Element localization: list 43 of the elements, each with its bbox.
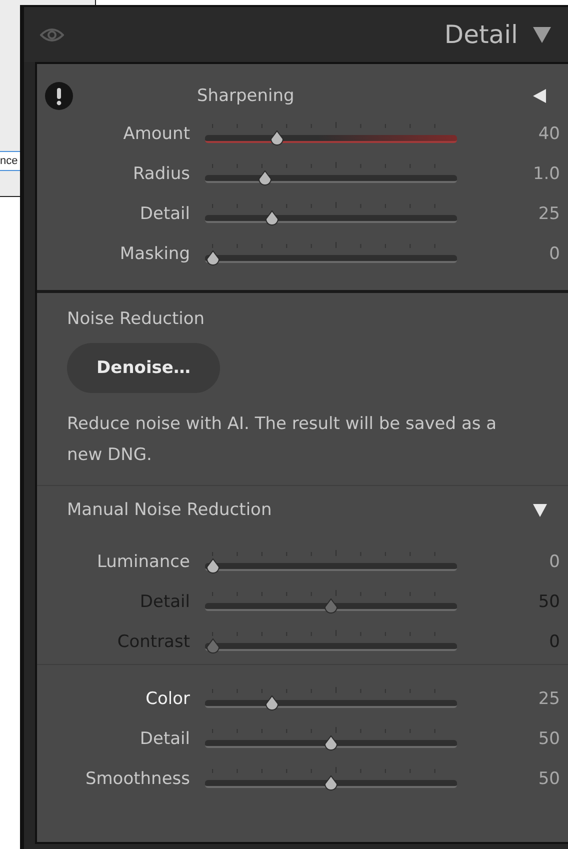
- section-title[interactable]: Sharpening: [197, 86, 294, 106]
- slider-track[interactable]: [205, 135, 457, 143]
- slider-value[interactable]: 1.0: [472, 164, 560, 184]
- slider-value[interactable]: 25: [472, 204, 560, 224]
- slider-track[interactable]: [205, 700, 457, 708]
- slider-label: Masking: [118, 244, 190, 264]
- slider-track[interactable]: [205, 780, 457, 788]
- slider-track[interactable]: [205, 740, 457, 748]
- input-field[interactable]: nce: [0, 151, 21, 171]
- slider-value[interactable]: 50: [472, 729, 560, 749]
- panel-title[interactable]: Detail: [444, 20, 518, 49]
- slider-thumb[interactable]: [264, 210, 280, 226]
- slider-label: Smoothness: [84, 769, 190, 789]
- slider-label: Color: [144, 689, 190, 709]
- slider-value[interactable]: 0: [472, 244, 560, 264]
- slider-thumb[interactable]: [323, 775, 339, 791]
- collapse-triangle-icon[interactable]: [532, 502, 548, 518]
- slider-label: Amount: [122, 124, 190, 144]
- slider-thumb[interactable]: [205, 558, 221, 574]
- description-text: Reduce noise with AI. The result will be saved as a new DNG.: [67, 413, 498, 467]
- slider-value[interactable]: 40: [472, 124, 560, 144]
- slider-track[interactable]: [205, 255, 457, 263]
- slider-value[interactable]: 50: [472, 769, 560, 789]
- slider-track[interactable]: [205, 563, 457, 571]
- slider-label: Detail: [138, 729, 190, 749]
- slider-label: Detail: [138, 204, 190, 224]
- slider-label: Radius: [132, 164, 190, 184]
- slider-thumb[interactable]: [264, 695, 280, 711]
- slider-thumb[interactable]: [323, 735, 339, 751]
- slider-label: Luminance: [96, 552, 190, 572]
- slider-thumb[interactable]: [256, 170, 273, 186]
- slider-value[interactable]: 25: [472, 689, 560, 709]
- collapse-triangle-icon[interactable]: [532, 26, 552, 44]
- slider-thumb[interactable]: [205, 250, 221, 266]
- warning-icon[interactable]: [45, 82, 73, 110]
- denoise-button[interactable]: Denoise…: [67, 343, 220, 393]
- section-title[interactable]: Manual Noise Reduction: [67, 500, 272, 520]
- slider-value[interactable]: 0: [472, 552, 560, 572]
- slider-thumb[interactable]: [268, 130, 285, 146]
- expand-triangle-icon[interactable]: [532, 88, 548, 104]
- section-title: Noise Reduction: [67, 309, 205, 329]
- slider-track[interactable]: [205, 215, 457, 223]
- slider-track[interactable]: [205, 175, 457, 183]
